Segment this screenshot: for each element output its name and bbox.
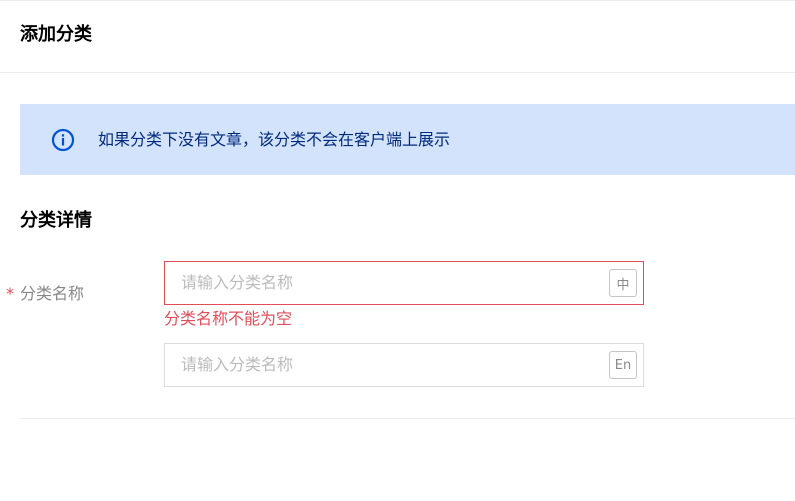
category-name-en-input[interactable]: 请输入分类名称 En [164,343,644,387]
page-header: 添加分类 [0,1,795,73]
category-name-zh-placeholder: 请输入分类名称 [181,273,294,292]
category-name-label: * 分类名称 [6,282,84,306]
form-divider [20,418,795,419]
info-alert: 如果分类下没有文章，该分类不会在客户端上展示 [20,104,795,175]
category-name-error: 分类名称不能为空 [164,309,293,328]
category-name-en-placeholder: 请输入分类名称 [181,355,294,374]
category-name-zh-input[interactable]: 请输入分类名称 中 [164,261,644,305]
lang-zh-badge: 中 [609,269,637,297]
section-title: 分类详情 [20,210,92,231]
category-name-label-text: 分类名称 [20,284,85,303]
info-icon [51,128,75,152]
add-category-page: 添加分类 如果分类下没有文章，该分类不会在客户端上展示 分类详情 * 分类名称 请… [0,0,795,501]
required-mark: * [6,284,14,303]
alert-message: 如果分类下没有文章，该分类不会在客户端上展示 [98,130,451,149]
lang-en-badge: En [609,351,637,379]
page-title: 添加分类 [20,24,92,45]
